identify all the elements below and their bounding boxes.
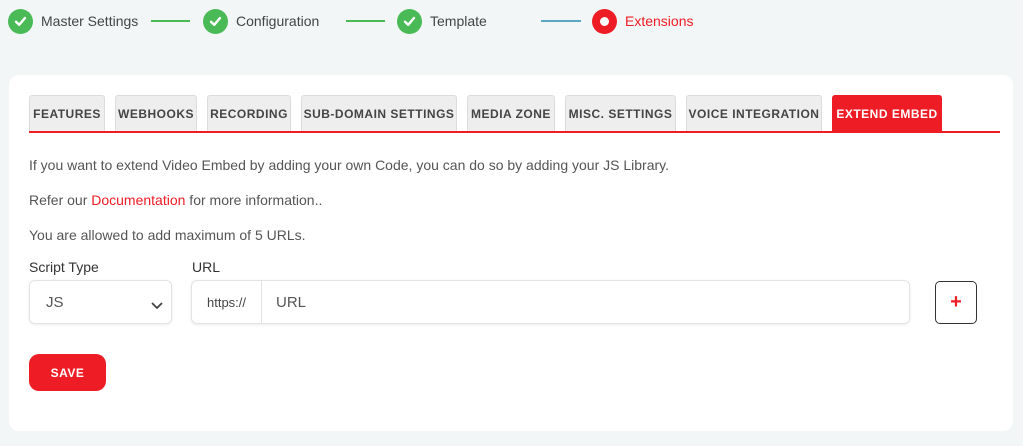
tab-sub-domain-settings[interactable]: SUB-DOMAIN SETTINGS (301, 95, 457, 131)
step-label: Master Settings (41, 13, 139, 29)
step-configuration[interactable]: Configuration (203, 8, 319, 34)
script-type-select[interactable]: JS (29, 280, 172, 324)
progress-stepper: Master Settings Configuration Template E… (8, 8, 1018, 34)
url-prefix: https:// (192, 281, 262, 323)
step-connector (541, 20, 581, 22)
step-label: Template (430, 13, 487, 29)
tab-recording[interactable]: RECORDING (207, 95, 291, 131)
check-icon (8, 8, 33, 34)
step-master-settings[interactable]: Master Settings (8, 8, 138, 34)
settings-card: FEATURES WEBHOOKS RECORDING SUB-DOMAIN S… (9, 75, 1013, 431)
intro-text: If you want to extend Video Embed by add… (29, 157, 669, 173)
tab-bar: FEATURES WEBHOOKS RECORDING SUB-DOMAIN S… (29, 95, 1000, 133)
documentation-link[interactable]: Documentation (91, 192, 185, 208)
active-step-icon (592, 8, 617, 34)
check-icon (397, 8, 422, 34)
step-label: Configuration (236, 13, 320, 29)
step-connector (346, 20, 385, 22)
refer-text: Refer our Documentation for more informa… (29, 192, 323, 208)
step-template[interactable]: Template (397, 8, 487, 34)
tab-extend-embed[interactable]: EXTEND EMBED (832, 95, 942, 131)
url-label: URL (192, 259, 221, 275)
add-url-button[interactable]: + (935, 281, 977, 324)
script-type-label: Script Type (29, 259, 99, 275)
script-type-value: JS (46, 294, 64, 311)
tab-voice-integration[interactable]: VOICE INTEGRATION (686, 95, 822, 131)
tab-webhooks[interactable]: WEBHOOKS (115, 95, 197, 131)
save-button[interactable]: SAVE (29, 354, 106, 391)
url-input-group: https:// (191, 280, 910, 324)
step-extensions[interactable]: Extensions (592, 8, 693, 34)
step-label: Extensions (625, 13, 694, 29)
url-input[interactable] (263, 281, 903, 323)
limit-text: You are allowed to add maximum of 5 URLs… (29, 227, 306, 243)
check-icon (203, 8, 228, 34)
step-connector (151, 20, 190, 22)
tab-features[interactable]: FEATURES (29, 95, 105, 131)
tab-misc-settings[interactable]: MISC. SETTINGS (565, 95, 676, 131)
chevron-down-icon (151, 297, 163, 315)
tab-media-zone[interactable]: MEDIA ZONE (467, 95, 555, 131)
